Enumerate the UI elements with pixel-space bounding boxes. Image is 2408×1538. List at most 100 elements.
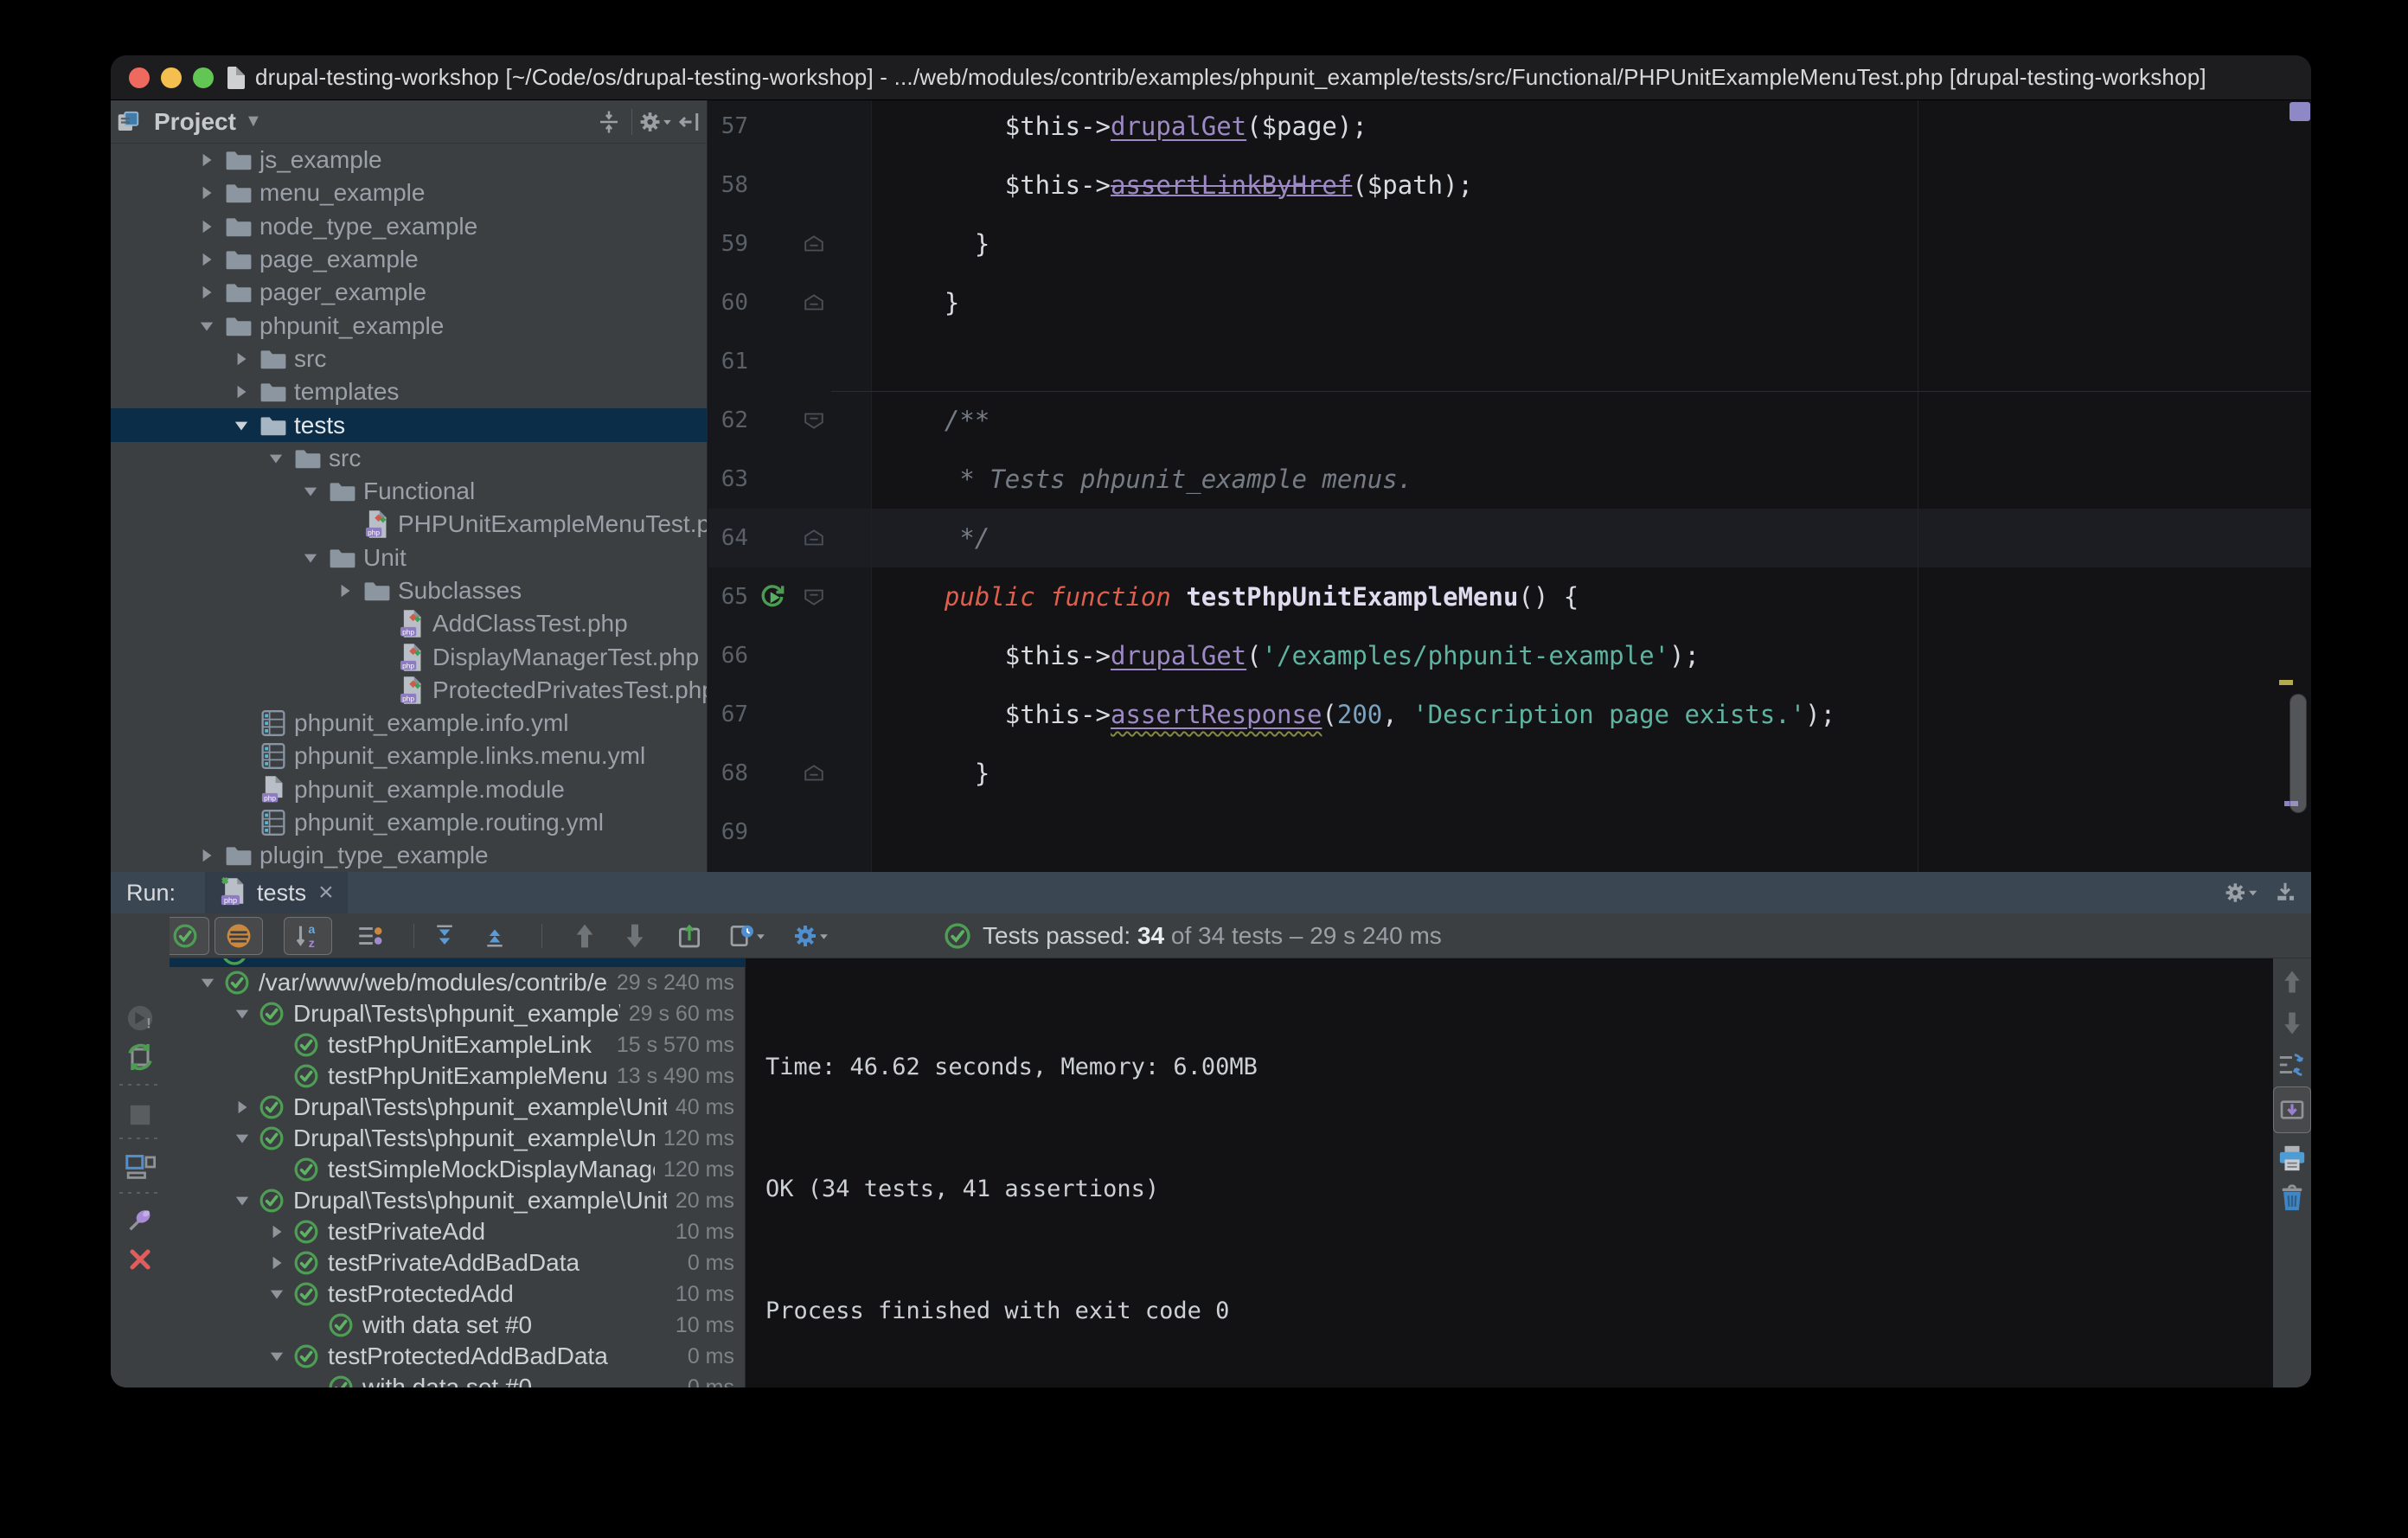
close-run-panel-button[interactable] xyxy=(121,1243,159,1276)
inspection-status-widget[interactable] xyxy=(2290,102,2310,121)
test-tree-row[interactable]: testPrivateAddBadData 0 ms xyxy=(170,1247,745,1278)
chevron-expanded-icon[interactable] xyxy=(296,482,325,501)
project-tree-item-js-example[interactable]: js_example xyxy=(111,144,707,176)
chevron-expanded-icon[interactable] xyxy=(192,317,221,336)
toggle-auto-test-button[interactable] xyxy=(121,1041,159,1073)
test-passed-run-icon[interactable] xyxy=(748,581,797,612)
up-stacktrace-button[interactable] xyxy=(2273,965,2311,998)
chevron-expanded-icon[interactable] xyxy=(227,1129,257,1148)
chevron-expanded-icon[interactable] xyxy=(227,1004,257,1023)
chevron-collapsed-icon[interactable] xyxy=(192,151,221,170)
chevron-collapsed-icon[interactable] xyxy=(192,183,221,202)
project-tree-item-phpunitexamplemenutest-php[interactable]: php PHPUnitExampleMenuTest.php xyxy=(111,508,707,541)
sort-alphabetically-toggle[interactable]: az xyxy=(284,917,332,955)
previous-occurrence-button[interactable] xyxy=(564,917,605,955)
clear-all-button[interactable] xyxy=(2273,1182,2311,1214)
minimize-window-button[interactable] xyxy=(161,67,182,88)
chevron-down-icon[interactable]: ▼ xyxy=(245,112,262,131)
fold-marker-icon[interactable] xyxy=(797,762,831,785)
project-tree-item-unit[interactable]: Unit xyxy=(111,542,707,574)
project-tree-item-phpunit-example-links-menu-yml[interactable]: phpunit_example.links.menu.yml xyxy=(111,740,707,772)
chevron-expanded-icon[interactable] xyxy=(227,416,256,435)
test-tree-row[interactable]: Drupal\Tests\phpunit_example\Unit\D 120 m… xyxy=(170,1123,745,1154)
editor-scrollbar[interactable] xyxy=(2290,694,2307,813)
scroll-to-end-button[interactable] xyxy=(2273,1086,2311,1133)
test-history-button[interactable] xyxy=(722,917,771,955)
test-tree-row[interactable]: testProtectedAddBadData 0 ms xyxy=(170,1341,745,1372)
fold-marker-icon[interactable] xyxy=(797,409,831,432)
run-tab-tests[interactable]: php tests × xyxy=(205,872,348,913)
import-test-results-button[interactable] xyxy=(669,917,710,955)
show-ignored-toggle[interactable] xyxy=(215,917,263,955)
fold-marker-icon[interactable] xyxy=(797,586,831,608)
chevron-expanded-icon[interactable] xyxy=(262,1285,291,1304)
chevron-collapsed-icon[interactable] xyxy=(192,846,221,865)
chevron-expanded-icon[interactable] xyxy=(193,973,222,992)
project-tree-item-phpunit-example[interactable]: phpunit_example xyxy=(111,309,707,342)
hide-run-panel-icon[interactable] xyxy=(2268,877,2302,908)
chevron-collapsed-icon[interactable] xyxy=(227,349,256,368)
stop-button[interactable] xyxy=(121,1099,159,1131)
project-tree-item-phpunit-example-module[interactable]: php phpunit_example.module xyxy=(111,773,707,806)
project-tree-item-pager-example[interactable]: pager_example xyxy=(111,276,707,309)
collapse-all-button-run[interactable] xyxy=(474,917,516,955)
chevron-expanded-icon[interactable] xyxy=(227,1191,257,1210)
project-tree-item-addclasstest-php[interactable]: php AddClassTest.php xyxy=(111,607,707,640)
project-tree-item-plugin-type-example[interactable]: plugin_type_example xyxy=(111,839,707,872)
test-tree-row[interactable]: testSimpleMockDisplayManager 120 ms xyxy=(170,1154,745,1185)
expand-all-button[interactable] xyxy=(424,917,465,955)
project-tree-item-src[interactable]: src xyxy=(111,442,707,475)
chevron-expanded-icon[interactable] xyxy=(261,449,291,468)
sort-by-duration-button[interactable] xyxy=(346,917,394,955)
chevron-collapsed-icon[interactable] xyxy=(227,1098,257,1117)
fold-marker-icon[interactable] xyxy=(797,527,831,549)
run-settings-gear-icon[interactable] xyxy=(2223,877,2258,908)
close-window-button[interactable] xyxy=(129,67,150,88)
rerun-failed-tests-button[interactable]: ! xyxy=(121,1002,159,1035)
project-tree-item-subclasses[interactable]: Subclasses xyxy=(111,574,707,607)
test-tree-row[interactable]: testProtectedAdd 10 ms xyxy=(170,1278,745,1310)
test-tree-row[interactable]: Drupal\Tests\phpunit_example\Unit\A 40 ms xyxy=(170,1092,745,1123)
chevron-collapsed-icon[interactable] xyxy=(227,382,256,401)
project-tree-item-protectedprivatestest-php[interactable]: php ProtectedPrivatesTest.php xyxy=(111,674,707,707)
down-stacktrace-button[interactable] xyxy=(2273,1007,2311,1040)
project-tree-item-functional[interactable]: Functional xyxy=(111,475,707,508)
fold-marker-icon[interactable] xyxy=(797,292,831,314)
test-tree-row[interactable]: testPhpUnitExampleLink 15 s 570 ms xyxy=(170,1029,745,1061)
project-tree-item-page-example[interactable]: page_example xyxy=(111,243,707,276)
hide-panel-icon[interactable] xyxy=(672,106,707,138)
chevron-collapsed-icon[interactable] xyxy=(262,1222,291,1241)
test-console[interactable]: Time: 46.62 seconds, Memory: 6.00MB OK (… xyxy=(746,958,2273,1387)
test-tree-row[interactable]: testPhpUnitExampleMenu 13 s 490 ms xyxy=(170,1061,745,1092)
test-tree-row[interactable]: Drupal\Tests\phpunit_example\Unit\P 20 ms xyxy=(170,1185,745,1216)
pin-tab-button[interactable] xyxy=(121,1203,159,1236)
selected-row-partial[interactable] xyxy=(170,958,745,967)
soft-wrap-button[interactable] xyxy=(2273,1048,2311,1081)
chevron-collapsed-icon[interactable] xyxy=(330,581,360,600)
chevron-expanded-icon[interactable] xyxy=(262,1347,291,1366)
print-button[interactable] xyxy=(2273,1142,2311,1175)
project-tree-item-phpunit-example-info-yml[interactable]: phpunit_example.info.yml xyxy=(111,707,707,740)
close-icon[interactable]: × xyxy=(318,878,334,907)
chevron-collapsed-icon[interactable] xyxy=(192,283,221,302)
project-tree-item-node-type-example[interactable]: node_type_example xyxy=(111,210,707,243)
test-options-gear-button[interactable] xyxy=(785,917,834,955)
project-tree-item-templates[interactable]: templates xyxy=(111,375,707,408)
restore-layout-button[interactable] xyxy=(121,1150,159,1183)
test-tree-row[interactable]: with data set #0 10 ms xyxy=(170,1310,745,1341)
test-tree-row[interactable]: testPrivateAdd 10 ms xyxy=(170,1216,745,1247)
collapse-all-button[interactable] xyxy=(592,106,626,138)
fold-marker-icon[interactable] xyxy=(797,233,831,255)
code-editor[interactable]: 57 $this->drupalGet($page); 58 $this->ass… xyxy=(708,100,2311,872)
project-tree-item-phpunit-example-routing-yml[interactable]: phpunit_example.routing.yml xyxy=(111,806,707,839)
test-tree-row[interactable]: with data set #0 0 ms xyxy=(170,1372,745,1387)
gear-icon[interactable] xyxy=(637,106,672,138)
project-tree-item-tests[interactable]: tests xyxy=(111,408,707,442)
chevron-expanded-icon[interactable] xyxy=(296,548,325,567)
next-occurrence-button[interactable] xyxy=(614,917,656,955)
zoom-window-button[interactable] xyxy=(193,67,214,88)
test-tree-row[interactable]: /var/www/web/modules/contrib/exa 29 s 240… xyxy=(170,967,745,998)
chevron-collapsed-icon[interactable] xyxy=(192,217,221,236)
project-tree-item-displaymanagertest-php[interactable]: php DisplayManagerTest.php xyxy=(111,640,707,673)
chevron-collapsed-icon[interactable] xyxy=(192,250,221,269)
